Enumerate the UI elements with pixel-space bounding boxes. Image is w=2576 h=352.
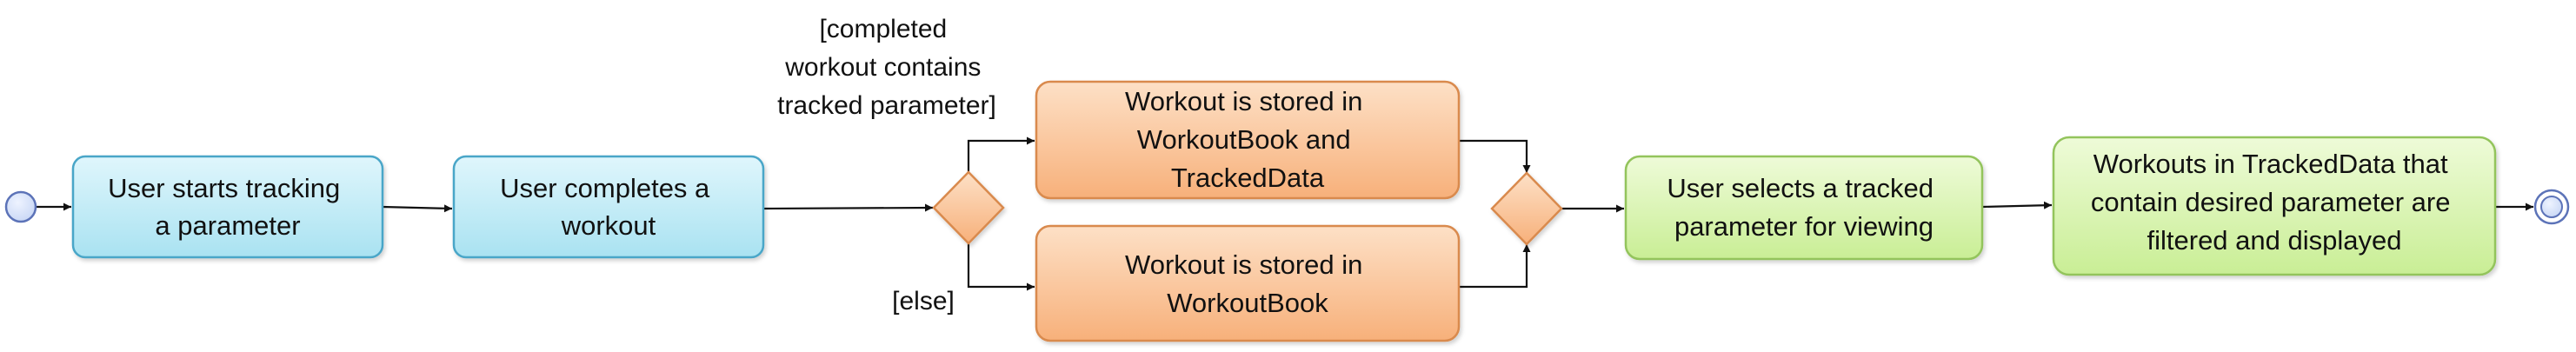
edge-tracking-to-complete	[382, 204, 453, 213]
action-select-param	[1624, 155, 1984, 261]
edge-stored-book-to-merge	[1459, 244, 1531, 289]
final-node	[2533, 189, 2570, 225]
edge-decision-to-stored-both	[967, 136, 1035, 172]
initial-node	[4, 190, 37, 223]
guard-else: [else]	[892, 287, 955, 315]
activity-diagram: User starts tracking a parameter User co…	[4, 15, 2570, 342]
edge-select-to-filtered	[1981, 201, 2053, 209]
edge-complete-to-decision	[762, 203, 934, 212]
edge-decision-to-stored-book	[967, 243, 1035, 291]
guard-contains-param: [completed workout contains tracked para…	[777, 15, 996, 120]
edge-stored-both-to-merge	[1459, 139, 1531, 173]
action-complete-workout	[452, 155, 765, 259]
decision-node	[932, 170, 1005, 245]
action-start-tracking	[71, 155, 384, 259]
action-stored-book	[1035, 224, 1461, 342]
merge-node	[1490, 171, 1563, 246]
